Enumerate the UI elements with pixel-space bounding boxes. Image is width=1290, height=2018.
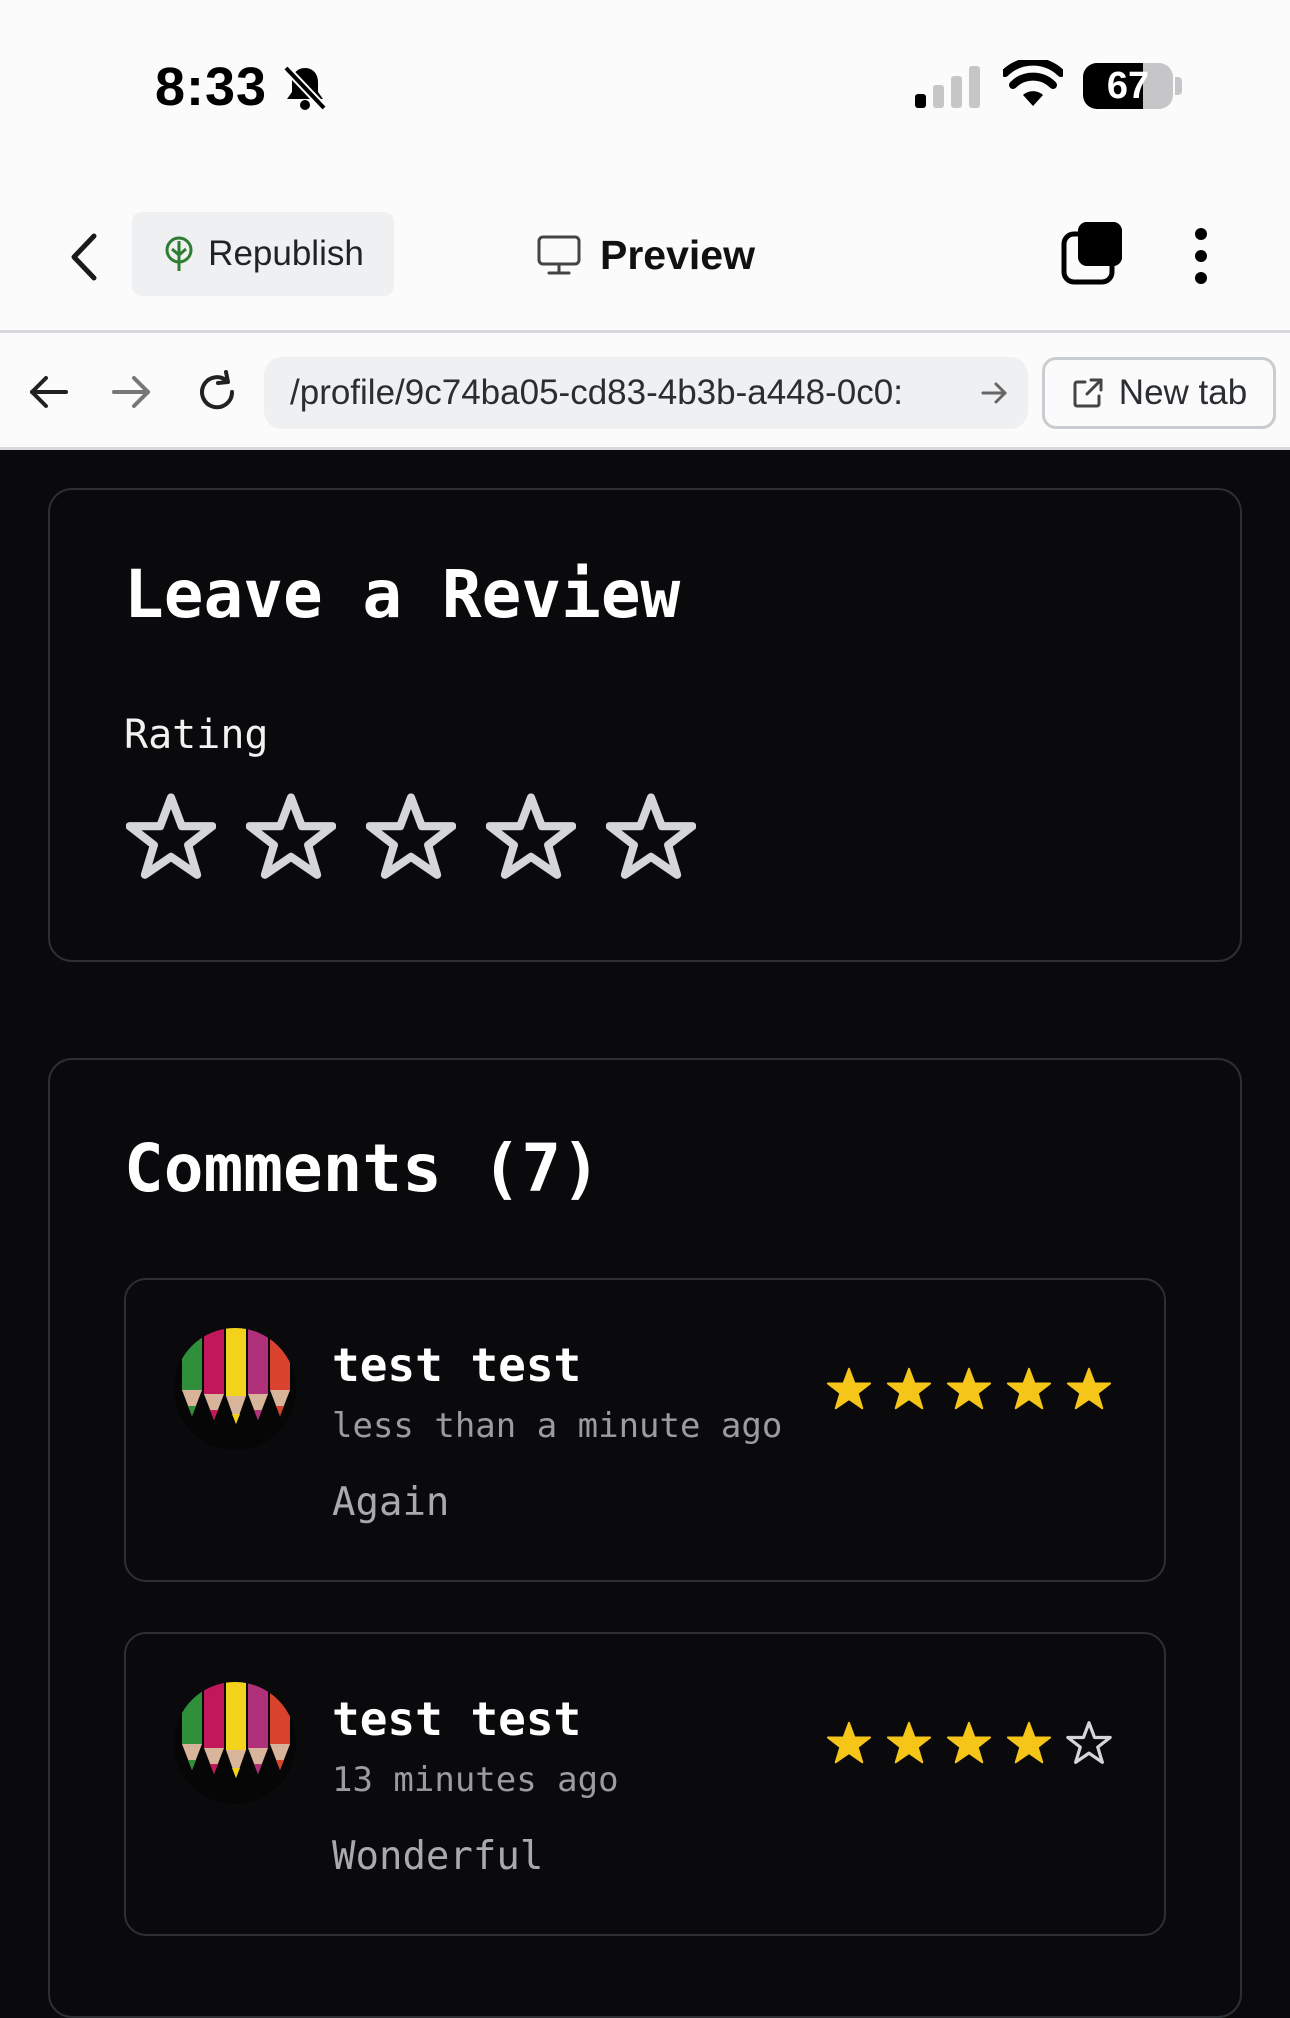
reload-icon[interactable] <box>194 369 240 415</box>
arrow-right-icon[interactable] <box>108 369 154 415</box>
star-filled-icon <box>826 1367 872 1410</box>
review-form-title: Leave a Review <box>124 556 681 633</box>
battery-level: 67 <box>1106 65 1150 107</box>
rating-label: Rating <box>124 712 269 758</box>
comment-item: test test 13 minutes ago Wonderful <box>124 1632 1166 1936</box>
review-form-card: Leave a Review Rating <box>48 488 1242 962</box>
star-icon[interactable] <box>486 792 576 882</box>
external-link-icon <box>1073 378 1103 408</box>
browser-bar: /profile/9c74ba05-cd83-4b3b-a448-0c0: Ne… <box>0 330 1290 450</box>
rating-star-input[interactable] <box>126 792 696 882</box>
comment-author: test test <box>332 1692 582 1746</box>
colored-pencils-avatar-image <box>174 1328 296 1450</box>
comment-author: test test <box>332 1338 582 1392</box>
new-tab-label: New tab <box>1118 373 1248 412</box>
preview-title[interactable]: Preview <box>536 224 755 286</box>
url-text: /profile/9c74ba05-cd83-4b3b-a448-0c0: <box>290 373 903 412</box>
star-filled-icon <box>946 1721 992 1764</box>
comments-card: Comments (7) test test less than a minut… <box>48 1058 1242 2018</box>
star-icon[interactable] <box>126 792 216 882</box>
status-bar: 8:33 67 <box>0 0 1290 180</box>
wifi-icon <box>1003 60 1063 106</box>
star-icon[interactable] <box>606 792 696 882</box>
signal-icon <box>915 66 980 108</box>
comments-title: Comments (7) <box>124 1130 601 1207</box>
battery-tip <box>1175 77 1182 95</box>
star-filled-icon <box>1006 1367 1052 1410</box>
star-filled-icon <box>886 1721 932 1764</box>
replit-deploy-icon <box>165 236 193 271</box>
republish-button[interactable]: Republish <box>132 212 394 296</box>
bell-muted-icon <box>283 65 327 111</box>
comment-item: test test less than a minute ago Again <box>124 1278 1166 1582</box>
status-time: 8:33 <box>155 57 268 117</box>
comment-body: Again <box>332 1480 450 1525</box>
avatar[interactable] <box>174 1682 296 1804</box>
star-empty-icon <box>1066 1721 1112 1764</box>
star-icon[interactable] <box>246 792 336 882</box>
star-icon[interactable] <box>366 792 456 882</box>
comment-timestamp: 13 minutes ago <box>332 1760 619 1800</box>
new-tab-button[interactable]: New tab <box>1042 357 1276 429</box>
colored-pencils-avatar-image <box>174 1682 296 1804</box>
tabs-icon[interactable] <box>1060 220 1126 286</box>
more-options-icon[interactable] <box>1180 226 1222 286</box>
arrow-left-icon[interactable] <box>26 369 72 415</box>
star-filled-icon <box>826 1721 872 1764</box>
comment-rating <box>826 1720 1112 1766</box>
republish-label: Republish <box>208 234 364 273</box>
app-toolbar: Republish Preview <box>0 180 1290 330</box>
avatar[interactable] <box>174 1328 296 1450</box>
comment-body: Wonderful <box>332 1834 544 1879</box>
battery-indicator: 67 <box>1083 63 1173 109</box>
preview-label: Preview <box>600 231 755 278</box>
comment-rating <box>826 1366 1112 1412</box>
url-go-arrow-icon[interactable] <box>980 379 1008 407</box>
star-filled-icon <box>1006 1721 1052 1764</box>
star-filled-icon <box>946 1367 992 1410</box>
monitor-icon <box>537 235 581 275</box>
back-chevron-icon[interactable] <box>62 230 110 284</box>
comment-timestamp: less than a minute ago <box>332 1406 783 1446</box>
star-filled-icon <box>1066 1367 1112 1410</box>
star-filled-icon <box>886 1367 932 1410</box>
url-field[interactable]: /profile/9c74ba05-cd83-4b3b-a448-0c0: <box>264 357 1028 429</box>
